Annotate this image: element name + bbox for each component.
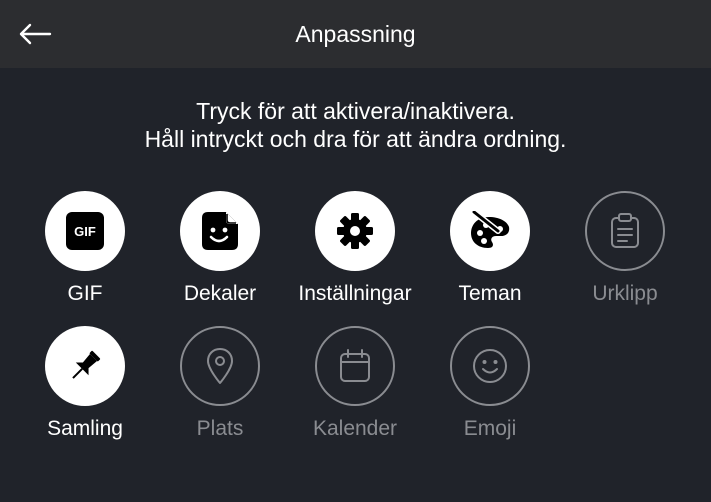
tile-label-installningar: Inställningar xyxy=(298,282,412,305)
pin-icon-circle xyxy=(45,326,125,406)
tile-label-kalender: Kalender xyxy=(312,417,398,440)
toggle-plats[interactable]: Plats xyxy=(152,326,288,450)
tile-label-gif: GIF xyxy=(67,282,103,305)
tile-label-plats: Plats xyxy=(196,417,244,440)
toggle-dekaler[interactable]: Dekaler xyxy=(152,191,288,315)
smiley-icon xyxy=(473,349,507,383)
smiley-icon-circle xyxy=(450,326,530,406)
sticker-icon xyxy=(202,212,238,250)
toggle-teman[interactable]: Teman xyxy=(422,191,558,315)
gear-icon-circle xyxy=(315,191,395,271)
top-bar: Anpassning xyxy=(0,0,711,68)
instructions-line-2: Håll intryckt och dra för att ändra ordn… xyxy=(144,126,567,152)
toggle-emoji[interactable]: Emoji xyxy=(422,326,558,450)
calendar-icon xyxy=(340,349,370,382)
toggle-samling[interactable]: Samling xyxy=(17,326,153,450)
instructions-line-1: Tryck för att aktivera/inaktivera. xyxy=(196,98,515,124)
calendar-icon-circle xyxy=(315,326,395,406)
gif-icon: GIF xyxy=(66,212,104,250)
toggle-installningar[interactable]: Inställningar xyxy=(287,191,423,315)
customization-screen: Anpassning Tryck för att aktivera/inakti… xyxy=(0,0,711,502)
gif-icon-text: GIF xyxy=(74,224,96,239)
toggle-urklipp[interactable]: Urklipp xyxy=(557,191,693,315)
tile-label-teman: Teman xyxy=(458,282,522,305)
palette-icon-circle xyxy=(450,191,530,271)
pin-icon xyxy=(72,350,101,379)
palette-icon xyxy=(471,211,510,248)
location-pin-icon xyxy=(207,348,233,384)
page-title: Anpassning xyxy=(295,21,416,47)
instructions-text: Tryck för att aktivera/inaktivera. Håll … xyxy=(0,97,711,153)
tile-label-samling: Samling xyxy=(47,417,123,440)
toggle-kalender[interactable]: Kalender xyxy=(287,326,423,450)
gif-icon-circle: GIF xyxy=(45,191,125,271)
sticker-icon-circle xyxy=(180,191,260,271)
tile-label-dekaler: Dekaler xyxy=(183,282,257,305)
tile-label-emoji: Emoji xyxy=(463,417,517,440)
clipboard-icon xyxy=(611,213,639,248)
toggle-gif[interactable]: GIF GIF xyxy=(17,191,153,315)
tile-label-urklipp: Urklipp xyxy=(592,282,658,305)
clipboard-icon-circle xyxy=(585,191,665,271)
gear-icon xyxy=(337,213,373,249)
location-pin-icon-circle xyxy=(180,326,260,406)
